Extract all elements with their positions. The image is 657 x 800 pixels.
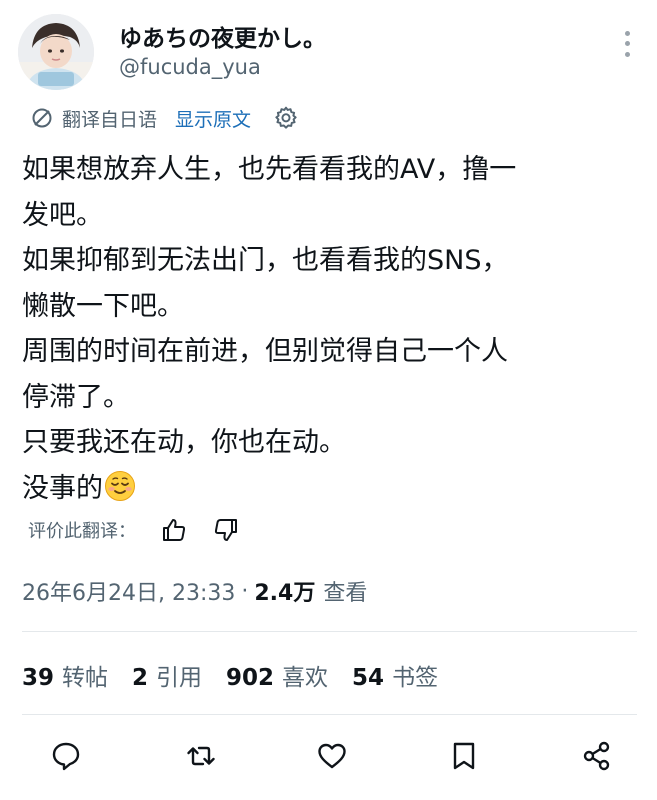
post-line: 如果想放弃人生，也先看看我的AV，撸一 xyxy=(22,154,517,185)
engagement-stats: 39 转帖 2 引用 902 喜欢 54 书签 xyxy=(22,655,462,695)
views-label: 查看 xyxy=(323,581,368,606)
avatar[interactable] xyxy=(18,14,94,90)
divider xyxy=(22,714,637,715)
repost-button[interactable] xyxy=(183,738,219,774)
post-timestamp[interactable]: 26年6月24日, 23:33 xyxy=(22,575,235,607)
post-line-text: 没事的 xyxy=(22,472,103,504)
translate-icon xyxy=(32,108,52,128)
stat-label: 喜欢 xyxy=(282,665,329,691)
translation-label: 翻译自日语 xyxy=(62,108,158,131)
thumbs-down-icon[interactable] xyxy=(212,516,240,544)
stat-label: 转帖 xyxy=(62,665,109,691)
stat-number: 902 xyxy=(226,665,275,691)
views-count: 2.4万 xyxy=(254,581,316,606)
stat-label: 书签 xyxy=(392,665,439,691)
stat-label: 引用 xyxy=(156,665,203,691)
bookmark-icon xyxy=(453,742,475,770)
rate-translation-row: 评价此翻译： xyxy=(28,513,240,547)
share-button[interactable] xyxy=(579,738,615,774)
thumbs-up-icon[interactable] xyxy=(160,516,188,544)
reply-icon xyxy=(52,742,80,771)
stat-number: 2 xyxy=(132,665,149,691)
post-line: 如果抑郁到无法出门，也看看我的SNS， xyxy=(22,245,509,276)
show-original-link[interactable]: 显示原文 xyxy=(175,105,251,132)
like-button[interactable] xyxy=(314,738,350,774)
avatar-image xyxy=(18,14,94,90)
repost-icon xyxy=(187,746,215,766)
stat-reposts[interactable]: 39 转帖 xyxy=(22,658,108,692)
stat-number: 39 xyxy=(22,665,55,691)
divider xyxy=(22,631,637,632)
stat-likes[interactable]: 902 喜欢 xyxy=(226,658,328,692)
stat-quotes[interactable]: 2 引用 xyxy=(132,658,202,692)
stat-number: 54 xyxy=(352,665,385,691)
gear-icon[interactable] xyxy=(273,105,299,131)
post-line: 停滞了。 xyxy=(22,381,130,413)
smiling-face-emoji xyxy=(105,470,135,501)
stat-bookmarks[interactable]: 54 书签 xyxy=(352,658,438,692)
heart-icon xyxy=(318,743,346,769)
post-meta: 26年6月24日, 23:33 · 2.4万 查看 xyxy=(22,572,367,610)
bookmark-button[interactable] xyxy=(446,738,482,774)
post-line: 周围的时间在前进，但别觉得自己一个人 xyxy=(22,336,508,367)
rate-translation-label: 评价此翻译： xyxy=(28,521,136,542)
display-name[interactable]: ゆあちの夜更かし。 xyxy=(119,19,326,53)
meta-separator: · xyxy=(241,578,249,604)
post-text: 如果想放弃人生，也先看看我的AV，撸一 发吧。 如果抑郁到无法出门，也看看我的S… xyxy=(22,147,637,511)
translation-row: 翻译自日语 显示原文 xyxy=(30,103,299,133)
user-handle[interactable]: @fucuda_yua xyxy=(119,55,261,79)
post-line: 发吧。 xyxy=(22,199,103,231)
post-line: 只要我还在动，你也在动。 xyxy=(22,427,346,458)
more-icon[interactable] xyxy=(617,28,637,60)
post-line-last: 没事的 xyxy=(22,466,637,512)
post-page: ゆあちの夜更かし。 @fucuda_yua 翻译自日语 显示原文 如果想放弃人生… xyxy=(0,0,657,800)
share-icon xyxy=(583,741,610,771)
post-line: 懒散一下吧。 xyxy=(22,290,184,322)
reply-button[interactable] xyxy=(48,738,84,774)
